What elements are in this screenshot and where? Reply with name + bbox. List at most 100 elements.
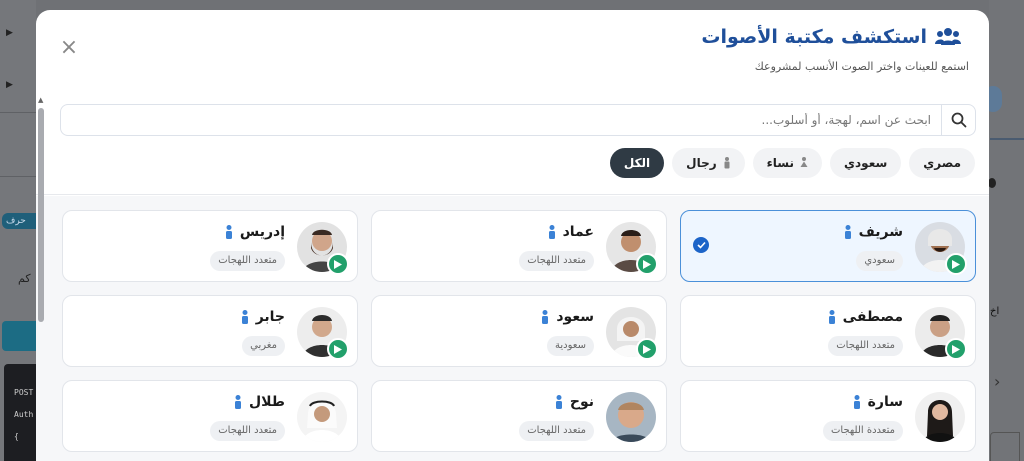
background-text: كم — [18, 272, 31, 285]
scroll-up-icon[interactable]: ▲ — [38, 96, 43, 104]
voice-name-text: جابر — [255, 309, 285, 325]
modal-title-text: استكشف مكتبة الأصوات — [701, 26, 927, 48]
filter-egyptian[interactable]: مصري — [909, 148, 975, 178]
background-divider — [0, 112, 36, 113]
dialect-badge: سعودية — [547, 336, 594, 356]
users-icon — [935, 28, 961, 45]
voice-name: سارة — [852, 394, 903, 410]
dialect-badge: متعدد اللهجات — [210, 421, 285, 441]
background-teal-button — [2, 321, 36, 351]
voice-card[interactable]: سعود سعودية — [371, 295, 667, 367]
code-line: { — [14, 432, 19, 441]
voice-card[interactable]: سارة متعددة اللهجات — [680, 380, 976, 452]
voice-card[interactable]: شريف سعودي — [680, 210, 976, 282]
background-right-panel — [989, 0, 1024, 461]
background-box — [990, 432, 1020, 461]
modal-divider — [36, 194, 989, 195]
voice-name-text: شريف — [858, 224, 903, 240]
play-icon — [334, 259, 342, 269]
male-icon — [844, 225, 851, 239]
avatar — [297, 392, 347, 442]
modal-subtitle: استمع للعينات واختر الصوت الأنسب لمشروعك — [754, 60, 969, 73]
scrollbar-thumb[interactable] — [38, 108, 44, 322]
filter-men[interactable]: رجال — [672, 148, 745, 178]
voice-name: طلال — [233, 394, 285, 410]
voice-name: مصطفى — [827, 309, 903, 325]
male-icon — [548, 225, 555, 239]
voice-name-text: نوح — [569, 394, 594, 410]
voice-card[interactable]: جابر مغربي — [62, 295, 358, 367]
voice-name: إدريس — [224, 224, 285, 240]
voice-name-text: مصطفى — [842, 309, 903, 325]
background-text: اخ — [990, 306, 1000, 317]
filter-saudi[interactable]: سعودي — [830, 148, 902, 178]
background-code-block: POST Auth { — [4, 364, 36, 461]
dialect-badge: متعدد اللهجات — [519, 251, 594, 271]
voice-name: سعود — [540, 309, 594, 325]
voice-name: شريف — [843, 224, 903, 240]
chevron-right-icon: › — [994, 372, 1001, 391]
voice-name-text: إدريس — [239, 224, 285, 240]
modal-header: استكشف مكتبة الأصوات استمع للعينات واختر… — [36, 10, 989, 92]
modal-scrollbar[interactable]: ▲ — [36, 96, 46, 461]
dialect-badge: متعددة اللهجات — [823, 421, 903, 441]
filter-label: الكل — [623, 156, 651, 170]
background-dot — [988, 178, 996, 188]
filter-label: سعودي — [844, 156, 888, 170]
search-bar — [60, 104, 976, 136]
check-icon — [693, 237, 709, 253]
collapse-arrow-icon: ▶ — [6, 80, 13, 90]
avatar — [915, 392, 965, 442]
male-icon — [225, 225, 232, 239]
male-icon — [542, 310, 549, 324]
filter-women[interactable]: نساء — [752, 148, 823, 178]
background-underline — [990, 138, 1024, 140]
play-button[interactable] — [327, 338, 349, 360]
voice-card[interactable]: نوح متعدد اللهجات — [371, 380, 667, 452]
search-icon — [951, 112, 966, 128]
female-icon — [800, 157, 808, 167]
voice-grid: شريف سعودي عماد متعدد اللهجات إدريس متعد… — [36, 196, 989, 461]
voice-name-text: سارة — [867, 394, 903, 410]
male-icon — [235, 395, 242, 409]
dialect-badge: متعدد اللهجات — [828, 336, 903, 356]
play-button[interactable] — [636, 253, 658, 275]
play-button[interactable] — [945, 253, 967, 275]
dialect-badge: متعدد اللهجات — [210, 251, 285, 271]
voice-name-text: عماد — [562, 224, 594, 240]
play-icon — [643, 344, 651, 354]
close-button[interactable]: × — [58, 37, 80, 60]
dialect-badge: سعودي — [856, 251, 903, 271]
voice-card[interactable]: إدريس متعدد اللهجات — [62, 210, 358, 282]
play-icon — [952, 344, 960, 354]
voice-card[interactable]: طلال متعدد اللهجات — [62, 380, 358, 452]
voice-name-text: سعود — [556, 309, 594, 325]
search-input[interactable] — [61, 105, 941, 135]
filter-all[interactable]: الكل — [609, 148, 665, 178]
dialect-badge: متعدد اللهجات — [519, 421, 594, 441]
play-button[interactable] — [945, 338, 967, 360]
voice-name: نوح — [554, 394, 594, 410]
voice-library-modal: استكشف مكتبة الأصوات استمع للعينات واختر… — [36, 10, 989, 461]
voice-card[interactable]: مصطفى متعدد اللهجات — [680, 295, 976, 367]
dialect-badge: مغربي — [242, 336, 285, 356]
avatar — [606, 392, 656, 442]
play-button[interactable] — [327, 253, 349, 275]
play-icon — [334, 344, 342, 354]
code-line: POST — [14, 388, 34, 397]
play-button[interactable] — [636, 338, 658, 360]
search-button[interactable] — [941, 105, 975, 135]
male-icon — [724, 157, 730, 169]
voice-name: عماد — [547, 224, 594, 240]
filter-label: رجال — [686, 156, 717, 170]
modal-title: استكشف مكتبة الأصوات — [701, 26, 961, 48]
voice-name-text: طلال — [249, 394, 285, 410]
voice-card[interactable]: عماد متعدد اللهجات — [371, 210, 667, 282]
filter-label: نساء — [766, 156, 795, 170]
male-icon — [555, 395, 562, 409]
background-chip: حرف — [2, 213, 36, 229]
male-icon — [828, 310, 835, 324]
background-divider — [0, 176, 36, 177]
collapse-arrow-icon: ▶ — [6, 28, 13, 38]
male-icon — [241, 310, 248, 324]
